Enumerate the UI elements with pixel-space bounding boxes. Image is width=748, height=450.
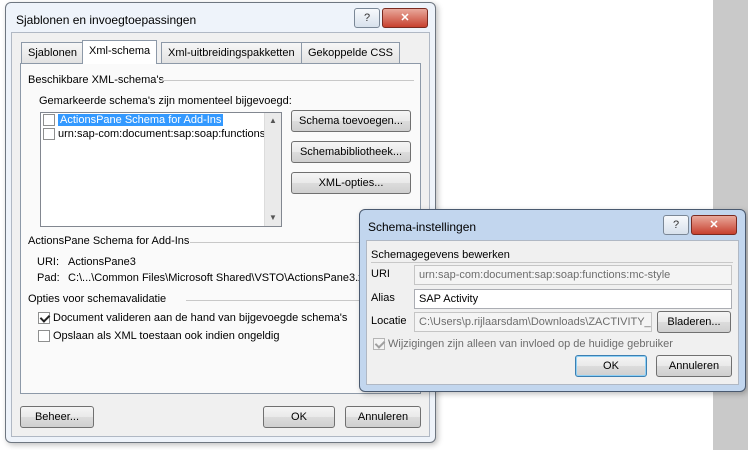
close-icon: ✕ — [709, 219, 719, 231]
path-label: Pad: — [37, 272, 60, 284]
schema-library-button[interactable]: Schemabibliotheek... — [291, 141, 411, 163]
close-button[interactable]: ✕ — [691, 215, 737, 235]
tab-xml-extension-packs[interactable]: Xml-uitbreidingspakketten — [161, 42, 302, 63]
schema-item-label: urn:sap-com:document:sap:soap:functions:… — [58, 128, 278, 140]
schema-section-heading: Schemagegevens bewerken — [371, 249, 510, 261]
ok-button[interactable]: OK — [263, 406, 335, 428]
schema-dialog-title: Schema-instellingen — [368, 220, 477, 234]
alias-input[interactable]: SAP Activity — [414, 289, 732, 309]
xml-options-button[interactable]: XML-opties... — [291, 172, 411, 194]
available-schemas-heading: Beschikbare XML-schema's — [28, 74, 164, 86]
path-value: C:\...\Common Files\Microsoft Shared\VST… — [68, 272, 376, 284]
uri-value: ActionsPane3 — [68, 256, 136, 268]
tab-label: Sjablonen — [28, 47, 77, 59]
current-user-checkbox-row: Wijzigingen zijn alleen van invloed op d… — [373, 338, 673, 350]
scroll-up-icon[interactable]: ▲ — [265, 113, 281, 129]
checked-schemas-label: Gemarkeerde schema's zijn momenteel bijg… — [39, 95, 292, 107]
tab-linked-css[interactable]: Gekoppelde CSS — [301, 42, 400, 63]
close-button[interactable]: ✕ — [382, 8, 428, 28]
schema-uri-label: URI — [371, 268, 390, 280]
main-dialog-title: Sjablonen en invoegtoepassingen — [16, 13, 197, 27]
tab-label: Gekoppelde CSS — [308, 47, 393, 59]
validate-checkbox-row[interactable]: Document valideren aan de hand van bijge… — [38, 312, 347, 324]
manage-button[interactable]: Beheer... — [20, 406, 94, 428]
help-icon: ? — [672, 219, 680, 231]
save-invalid-checkbox-row[interactable]: Opslaan als XML toestaan ook indien onge… — [38, 330, 279, 342]
help-button[interactable]: ? — [354, 8, 380, 28]
separator — [160, 80, 414, 81]
save-invalid-checkbox-label: Opslaan als XML toestaan ook indien onge… — [53, 330, 280, 342]
tab-sjablonen[interactable]: Sjablonen — [21, 42, 84, 63]
current-user-checkbox — [373, 338, 385, 350]
schema-cancel-button[interactable]: Annuleren — [656, 355, 732, 377]
alias-label: Alias — [371, 292, 395, 304]
schema-checkbox[interactable] — [43, 128, 55, 140]
browse-button[interactable]: Bladeren... — [657, 311, 731, 333]
location-label: Locatie — [371, 315, 407, 327]
help-button[interactable]: ? — [663, 215, 689, 235]
validation-heading: Opties voor schemavalidatie — [28, 293, 167, 305]
schema-checkbox[interactable] — [43, 114, 55, 126]
schema-titlebar[interactable]: Schema-instellingen ? ✕ — [360, 210, 745, 240]
current-user-checkbox-label: Wijzigingen zijn alleen van invloed op d… — [388, 338, 673, 350]
location-field: C:\Users\p.rijlaarsdam\Downloads\ZACTIVI… — [414, 312, 652, 332]
schema-uri-field: urn:sap-com:document:sap:soap:functions:… — [414, 265, 732, 285]
tab-label: Xml-uitbreidingspakketten — [168, 47, 295, 59]
list-item[interactable]: ActionsPane Schema for Add-Ins — [43, 113, 224, 127]
scroll-down-icon[interactable]: ▼ — [265, 210, 281, 226]
save-invalid-checkbox[interactable] — [38, 330, 50, 342]
listbox-scrollbar[interactable]: ▲ ▼ — [264, 113, 281, 226]
schema-item-label: ActionsPane Schema for Add-Ins — [58, 114, 224, 126]
tab-label: Xml-schema — [89, 45, 151, 57]
uri-label: URI: — [37, 256, 59, 268]
validate-checkbox[interactable] — [38, 312, 50, 324]
main-titlebar[interactable]: Sjablonen en invoegtoepassingen ? ✕ — [6, 3, 435, 33]
validate-checkbox-label: Document valideren aan de hand van bijge… — [53, 312, 348, 324]
add-schema-button[interactable]: Schema toevoegen... — [291, 110, 411, 132]
tab-xml-schema[interactable]: Xml-schema — [82, 40, 158, 64]
close-icon: ✕ — [400, 12, 410, 24]
schema-listbox[interactable]: ActionsPane Schema for Add-Ins urn:sap-c… — [40, 112, 282, 227]
cancel-button[interactable]: Annuleren — [345, 406, 421, 428]
separator — [371, 262, 733, 263]
help-icon: ? — [363, 12, 371, 24]
schema-ok-button[interactable]: OK — [575, 355, 647, 377]
list-item[interactable]: urn:sap-com:document:sap:soap:functions:… — [43, 127, 278, 141]
selected-schema-name: ActionsPane Schema for Add-Ins — [28, 235, 190, 247]
